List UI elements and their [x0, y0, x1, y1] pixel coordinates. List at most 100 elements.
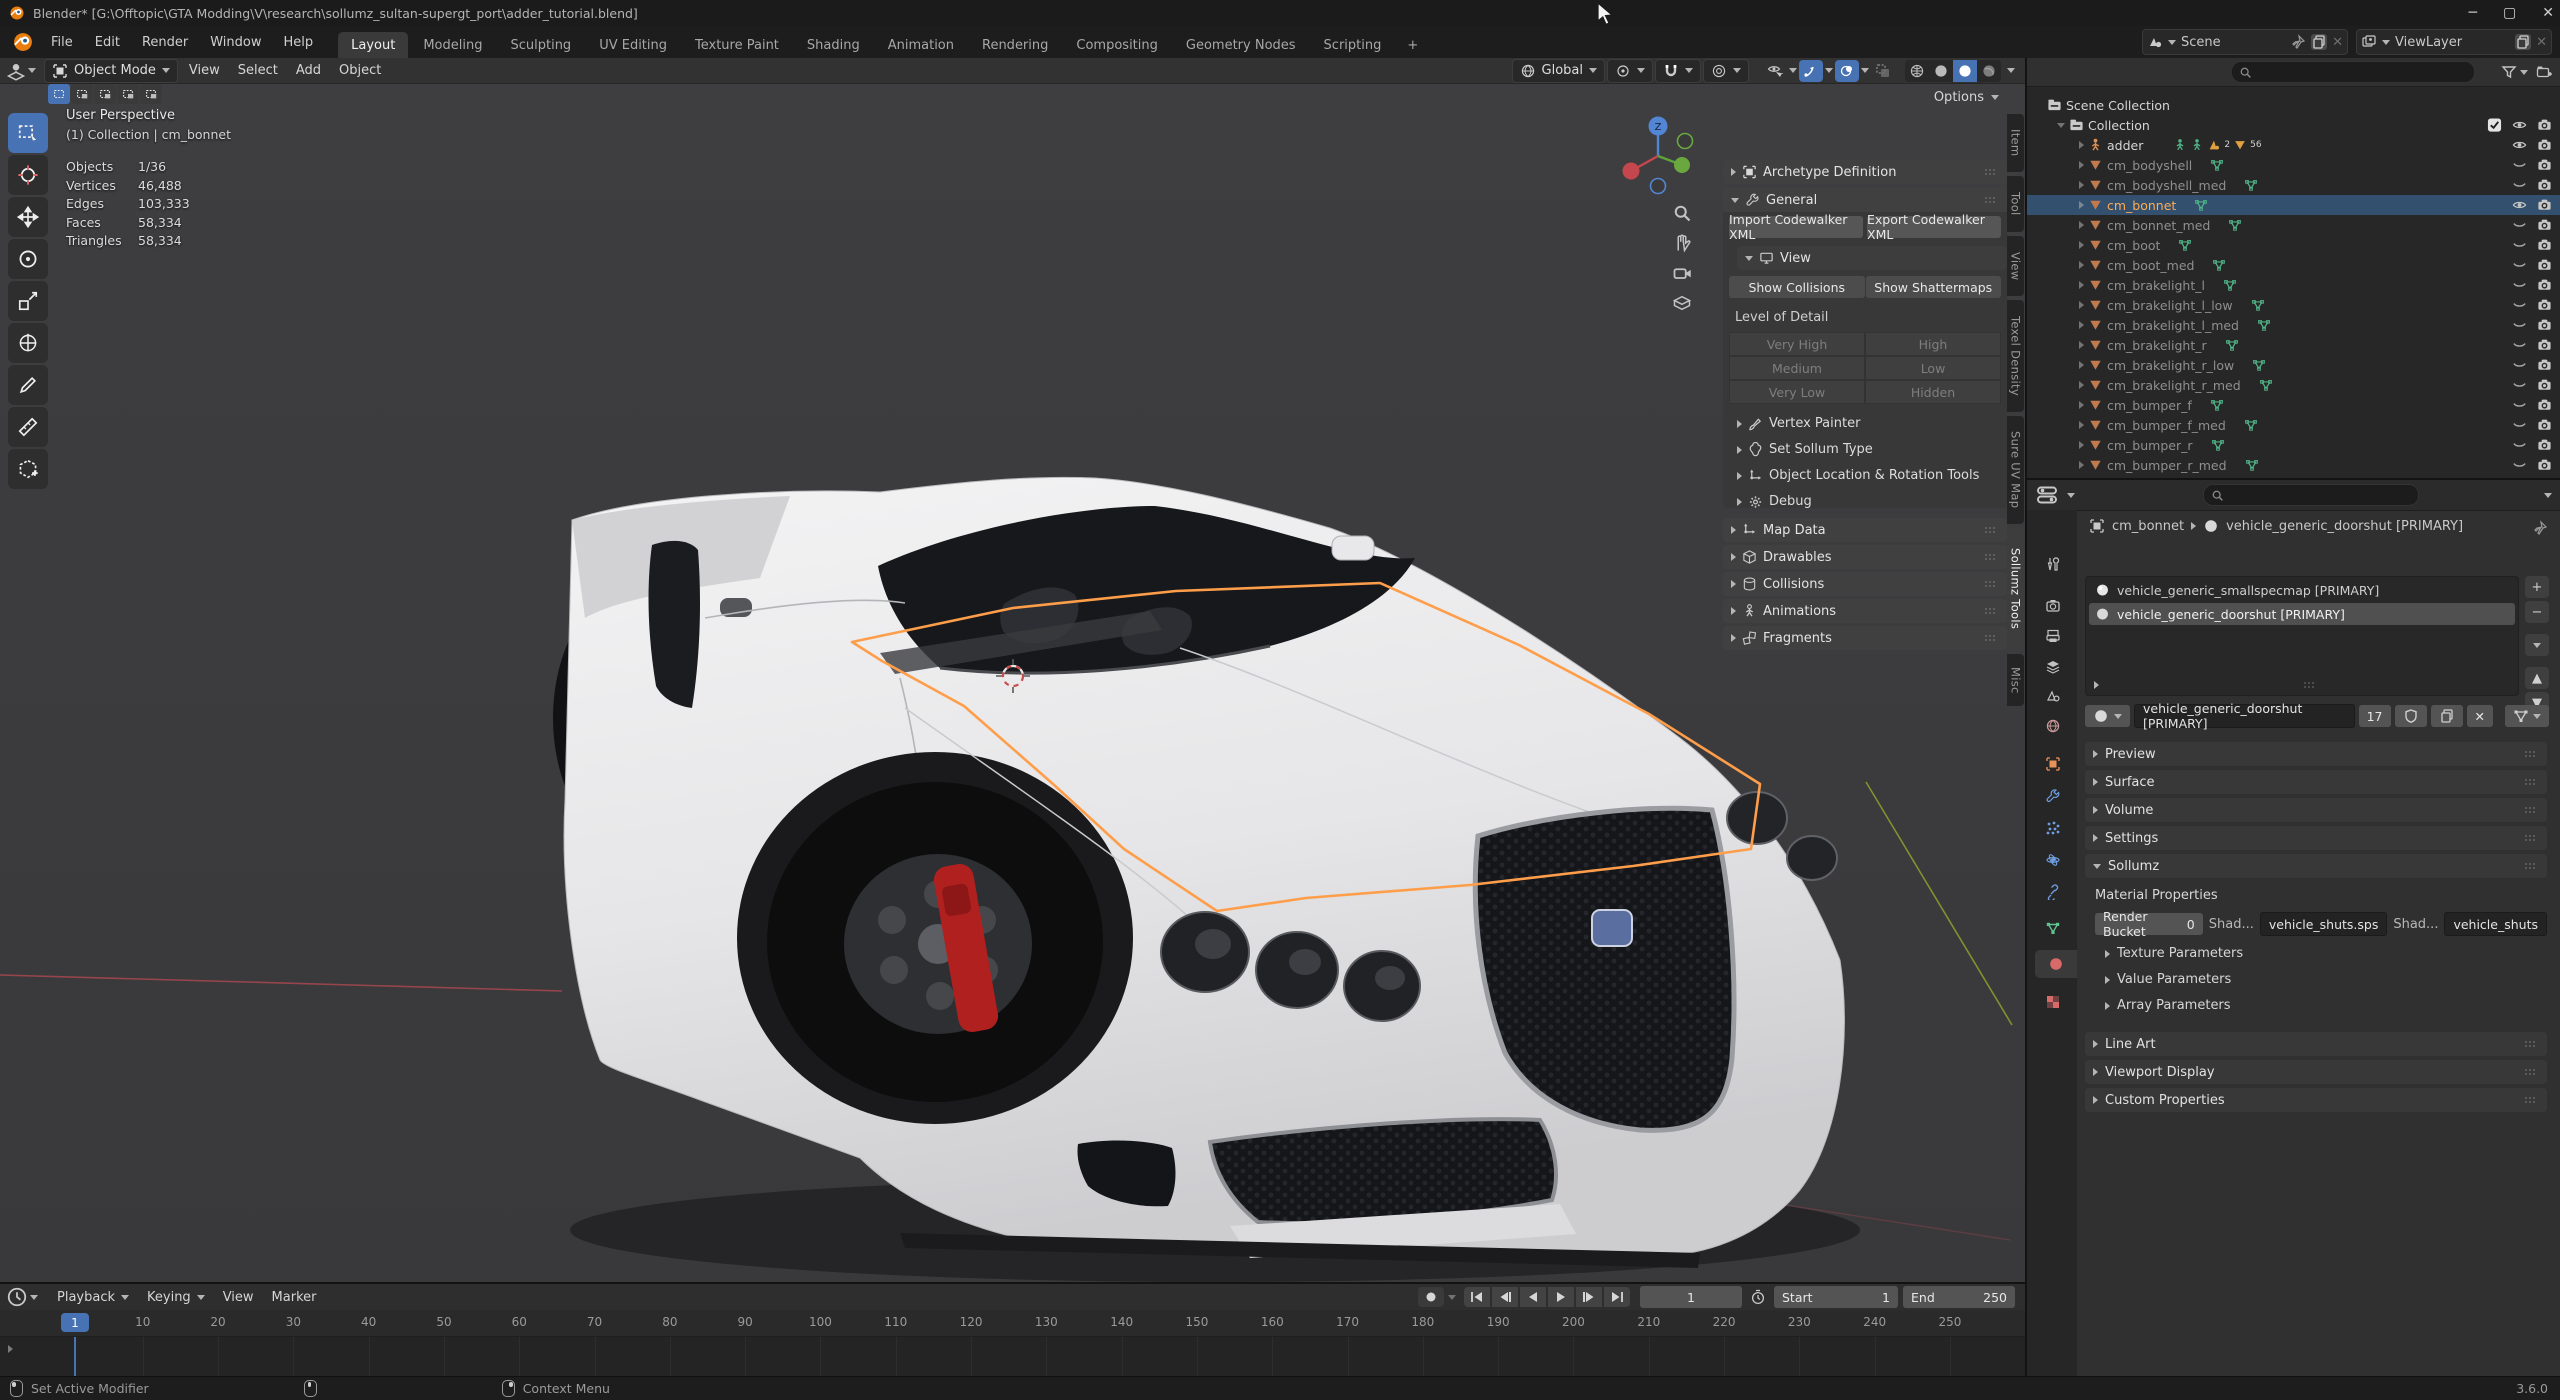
- select-mode-subtract[interactable]: [94, 84, 116, 104]
- lod-very-high-button[interactable]: Very High: [1729, 332, 1865, 356]
- users-count-button[interactable]: 17: [2358, 705, 2391, 727]
- panel-surface[interactable]: Surface: [2085, 770, 2547, 794]
- panel-animations[interactable]: Animations: [1723, 599, 2007, 623]
- pin-icon[interactable]: [2532, 520, 2548, 536]
- expand-caret[interactable]: [2079, 301, 2084, 309]
- workspace-tab-modeling[interactable]: Modeling: [410, 32, 495, 58]
- properties-tab-render[interactable]: [2033, 592, 2073, 620]
- jump-to-start-button[interactable]: [1464, 1287, 1490, 1307]
- eye-closed-icon[interactable]: [2512, 458, 2527, 473]
- expand-caret[interactable]: [2079, 161, 2084, 169]
- eye-closed-icon[interactable]: [2512, 318, 2527, 333]
- subpanel-set-sollum-type[interactable]: Set Sollum Type: [1737, 441, 1873, 457]
- link-mode-button[interactable]: [2505, 705, 2549, 727]
- lod-high-button[interactable]: High: [1865, 332, 2001, 356]
- eye-closed-icon[interactable]: [2512, 278, 2527, 293]
- start-frame-field[interactable]: Start 1: [1774, 1286, 1898, 1308]
- camera-icon[interactable]: [2537, 198, 2552, 213]
- workspace-tab-rendering[interactable]: Rendering: [969, 32, 1061, 58]
- properties-options-caret[interactable]: [2544, 492, 2552, 498]
- outliner-row-cm_boot_med[interactable]: cm_boot_med: [2027, 255, 2560, 275]
- grip-icon[interactable]: [1983, 522, 1999, 538]
- eye-closed-icon[interactable]: [2512, 438, 2527, 453]
- npanel-tab-texel-density[interactable]: Texel Density: [2007, 300, 2024, 412]
- ortho-grid-icon[interactable]: [1672, 293, 1692, 313]
- panel-preview[interactable]: Preview: [2085, 742, 2547, 766]
- add-slot-button[interactable]: +: [2525, 576, 2549, 598]
- gizmos-toggle[interactable]: [1799, 59, 1823, 82]
- camera-icon[interactable]: [2537, 278, 2552, 293]
- properties-tab-world[interactable]: [2033, 712, 2073, 740]
- workspace-tab-layout[interactable]: Layout: [338, 32, 409, 58]
- filter-icon[interactable]: [2501, 64, 2517, 80]
- timeline-menu-keying[interactable]: Keying: [138, 1284, 214, 1310]
- panel-custom-properties[interactable]: Custom Properties: [2085, 1088, 2547, 1112]
- expand-caret[interactable]: [2079, 361, 2084, 369]
- properties-tab-scene[interactable]: [2033, 682, 2073, 710]
- properties-tab-material[interactable]: [2035, 950, 2077, 978]
- camera-icon[interactable]: [2537, 358, 2552, 373]
- camera-icon[interactable]: [2537, 238, 2552, 253]
- eye-closed-icon[interactable]: [2512, 358, 2527, 373]
- pivot-selector[interactable]: [1607, 58, 1653, 83]
- outliner-search-input[interactable]: [2231, 61, 2475, 83]
- tool-select-box[interactable]: [8, 113, 48, 153]
- material-slot[interactable]: vehicle_generic_smallspecmap [PRIMARY]: [2089, 579, 2515, 601]
- grip-icon[interactable]: [2523, 774, 2539, 790]
- expand-caret[interactable]: [2079, 181, 2084, 189]
- camera-icon[interactable]: [2537, 218, 2552, 233]
- camera-view-icon[interactable]: [1672, 263, 1692, 283]
- properties-tab-modifiers[interactable]: [2033, 782, 2073, 810]
- new-collection-icon[interactable]: [2536, 64, 2552, 80]
- properties-search-input[interactable]: [2203, 484, 2419, 506]
- panel-sollumz[interactable]: Sollumz: [2085, 854, 2547, 878]
- npanel-tab-item[interactable]: Item: [2007, 114, 2024, 172]
- shader-field-1[interactable]: vehicle_shuts: [2444, 912, 2547, 936]
- viewport-menu-add[interactable]: Add: [287, 58, 330, 84]
- shading-wireframe-button[interactable]: [1905, 60, 1929, 82]
- export-codewalker-xml-button[interactable]: Export Codewalker XML: [1867, 212, 2001, 242]
- properties-tab-data[interactable]: [2033, 914, 2073, 942]
- expand-caret[interactable]: [2079, 201, 2084, 209]
- viewlayer-selector[interactable]: ViewLayer ✕: [2356, 29, 2552, 55]
- material-slot[interactable]: vehicle_generic_doorshut [PRIMARY]: [2089, 603, 2515, 625]
- xray-toggle[interactable]: [1871, 60, 1895, 82]
- outliner-row-cm_brakelight_r[interactable]: cm_brakelight_r: [2027, 335, 2560, 355]
- filter-caret[interactable]: [2520, 69, 2528, 75]
- keying-caret[interactable]: [1448, 1294, 1456, 1300]
- eye-closed-icon[interactable]: [2512, 298, 2527, 313]
- shading-material-button[interactable]: [1953, 59, 1977, 82]
- gizmo-x-axis[interactable]: [1622, 162, 1640, 180]
- editor-type-icon[interactable]: [6, 63, 26, 81]
- blender-menu-icon[interactable]: [12, 33, 34, 51]
- expand-caret[interactable]: [2079, 421, 2084, 429]
- minimize-button[interactable]: ─: [2469, 5, 2477, 21]
- checkbox-icon[interactable]: [2487, 118, 2502, 133]
- play-reverse-button[interactable]: [1520, 1287, 1546, 1307]
- remove-icon[interactable]: ✕: [2536, 35, 2547, 50]
- lod-medium-button[interactable]: Medium: [1729, 356, 1865, 380]
- panel-fragments[interactable]: Fragments: [1723, 626, 2007, 650]
- camera-icon[interactable]: [2537, 258, 2552, 273]
- camera-icon[interactable]: [2537, 318, 2552, 333]
- subpanel-debug[interactable]: Debug: [1737, 494, 1812, 509]
- timeline-ruler[interactable]: 10 20 30 40 50 60 70 80 90 100 110 120 130 140 150 160 1…: [0, 1310, 2025, 1337]
- scene-selector[interactable]: Scene ✕: [2142, 29, 2348, 55]
- unlink-material-button[interactable]: ✕: [2466, 705, 2493, 727]
- camera-icon[interactable]: [2537, 378, 2552, 393]
- remove-slot-button[interactable]: −: [2525, 601, 2549, 623]
- panel-drawables[interactable]: Drawables: [1723, 545, 2007, 569]
- outliner-row-cm_brakelight_l_low[interactable]: cm_brakelight_l_low: [2027, 295, 2560, 315]
- slot-list-expand-icon[interactable]: [2094, 681, 2099, 689]
- outliner-row-cm_bonnet_med[interactable]: cm_bonnet_med: [2027, 215, 2560, 235]
- properties-tab-constraints[interactable]: [2033, 878, 2073, 906]
- outliner-row-cm_bumper_f_med[interactable]: cm_bumper_f_med: [2027, 415, 2560, 435]
- workspace-tab-shading[interactable]: Shading: [794, 32, 873, 58]
- timeline-menu-view[interactable]: View: [214, 1284, 263, 1310]
- npanel-tab-misc[interactable]: Misc: [2007, 654, 2024, 706]
- camera-icon[interactable]: [2537, 438, 2552, 453]
- properties-tab-particles[interactable]: [2033, 814, 2073, 842]
- camera-icon[interactable]: [2537, 178, 2552, 193]
- workspace-tab-compositing[interactable]: Compositing: [1063, 32, 1171, 58]
- timeline-track-area[interactable]: [0, 1337, 2025, 1379]
